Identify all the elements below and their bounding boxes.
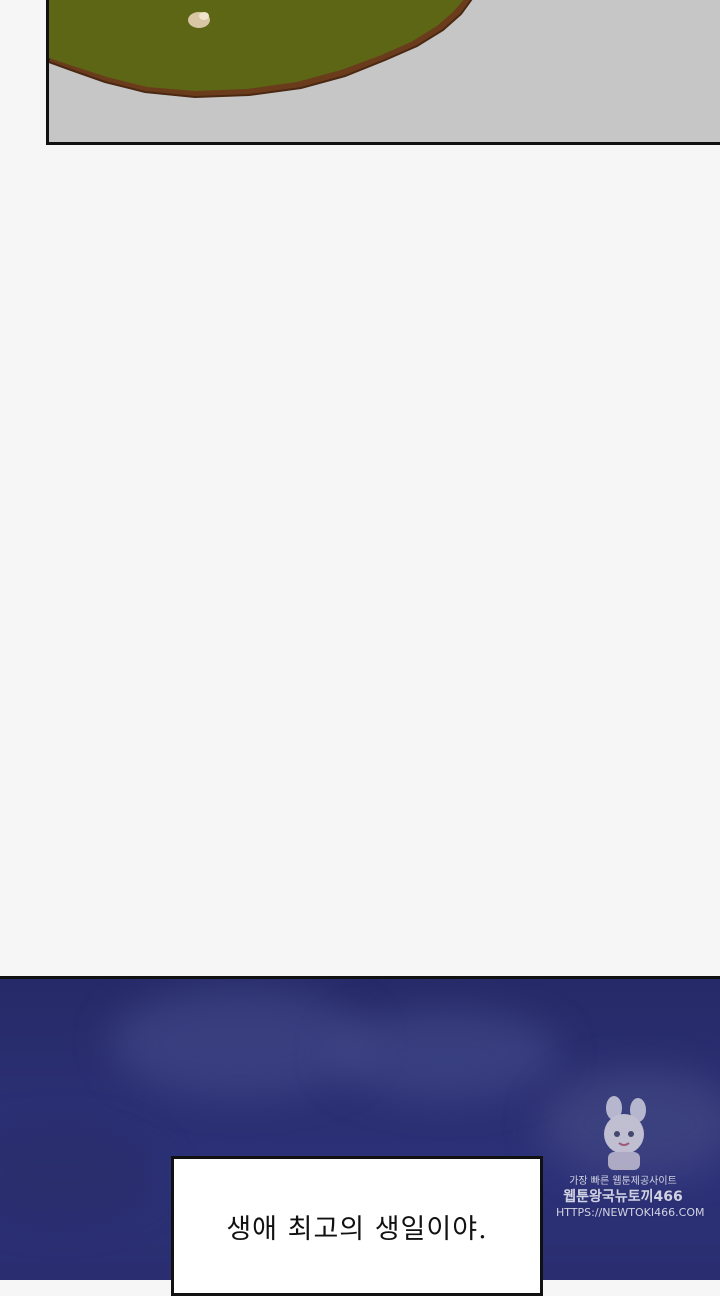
panel-gutter [0,145,720,975]
watermark-tagline: 가장 빠른 웹툰제공사이트 [569,1176,677,1187]
comic-panel-bowl [46,0,720,145]
cloud [110,987,370,1097]
site-watermark: 가장 빠른 웹툰제공사이트 웹툰왕국뉴토끼466 HTTPS://NEWTOKI… [556,1096,705,1266]
caption-box: 생애 최고의 생일이야. [171,1156,543,1296]
watermark-url: HTTPS://NEWTOKI466.COM [556,1206,705,1219]
cloud [330,1009,560,1099]
rabbit-mascot-icon [604,1096,646,1170]
bowl-crumb-highlight [199,12,209,20]
bowl-illustration [49,0,473,99]
caption-text: 생애 최고의 생일이야. [226,1214,488,1245]
cloud [0,1129,160,1219]
watermark-site-name: 웹툰왕국뉴토끼466 [563,1189,683,1205]
